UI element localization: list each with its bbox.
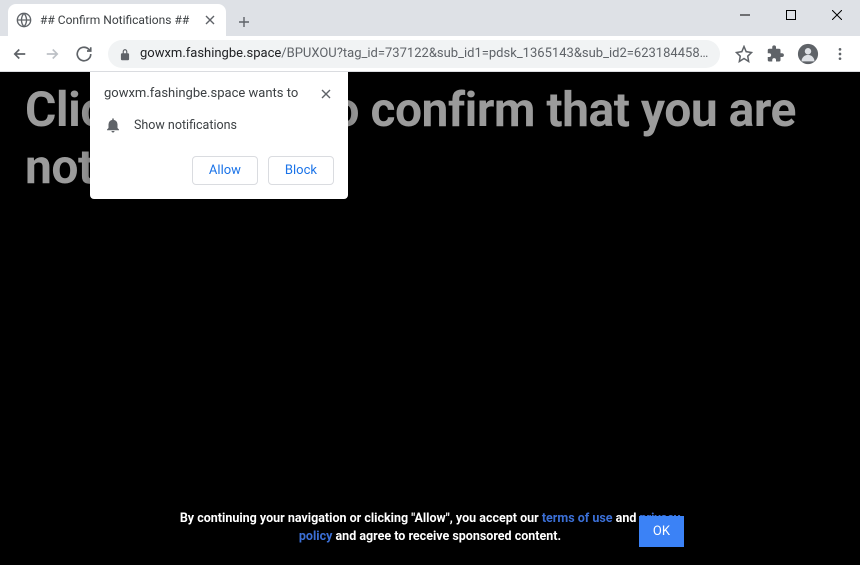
block-button[interactable]: Block: [268, 156, 334, 185]
globe-icon: [16, 12, 32, 28]
browser-tab[interactable]: ## Confirm Notifications ##: [8, 4, 226, 36]
popup-permission-text: Show notifications: [134, 118, 237, 133]
extensions-icon[interactable]: [762, 40, 790, 68]
bookmark-star-icon[interactable]: [730, 40, 758, 68]
ok-button[interactable]: OK: [639, 516, 684, 547]
allow-button[interactable]: Allow: [192, 156, 258, 185]
back-button[interactable]: [6, 40, 34, 68]
url-path: /BPUXOU?tag_id=737122&sub_id1=pdsk_13651…: [281, 46, 710, 61]
consent-text: By continuing your navigation or clickin…: [170, 510, 690, 548]
tab-close-icon[interactable]: [202, 12, 218, 28]
terms-link[interactable]: terms of use: [542, 511, 613, 526]
popup-close-icon[interactable]: [318, 86, 334, 102]
close-window-button[interactable]: [814, 0, 860, 30]
page-content: Click «Allow» to confirm that you are no…: [0, 72, 860, 565]
window-controls: [722, 0, 860, 30]
titlebar: ## Confirm Notifications ##: [0, 0, 860, 36]
notification-permission-popup: gowxm.fashingbe.space wants to Show noti…: [90, 72, 348, 199]
kebab-menu-icon[interactable]: [826, 40, 854, 68]
popup-title: gowxm.fashingbe.space wants to: [104, 86, 298, 101]
browser-toolbar: gowxm.fashingbe.space/BPUXOU?tag_id=7371…: [0, 36, 860, 72]
tab-title: ## Confirm Notifications ##: [40, 13, 202, 27]
bell-icon: [104, 116, 122, 134]
lock-icon: [118, 47, 132, 61]
maximize-button[interactable]: [768, 0, 814, 30]
reload-button[interactable]: [70, 40, 98, 68]
consent-footer: By continuing your navigation or clickin…: [0, 510, 860, 548]
url-text: gowxm.fashingbe.space/BPUXOU?tag_id=7371…: [140, 46, 710, 61]
minimize-button[interactable]: [722, 0, 768, 30]
profile-avatar-icon[interactable]: [794, 40, 822, 68]
forward-button[interactable]: [38, 40, 66, 68]
new-tab-button[interactable]: [230, 8, 258, 36]
url-domain: gowxm.fashingbe.space: [140, 46, 281, 61]
address-bar[interactable]: gowxm.fashingbe.space/BPUXOU?tag_id=7371…: [108, 40, 720, 68]
